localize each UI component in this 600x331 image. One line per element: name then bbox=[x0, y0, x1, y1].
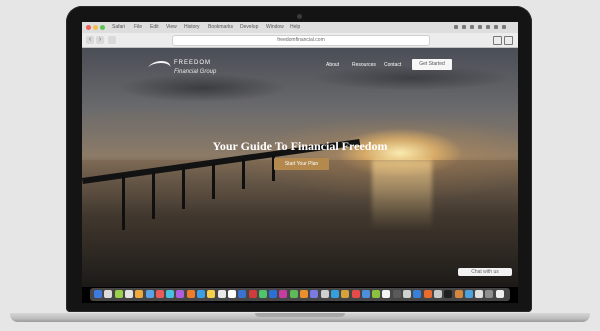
menu-item-view[interactable]: View bbox=[166, 24, 177, 31]
dock-app-icon[interactable] bbox=[300, 290, 308, 298]
logo-name: FREEDOM bbox=[174, 60, 211, 66]
website-hero: FREEDOM Financial Group About Resources … bbox=[82, 48, 518, 287]
laptop-notch bbox=[255, 313, 345, 317]
menu-item-help[interactable]: Help bbox=[290, 24, 300, 31]
search-icon[interactable] bbox=[502, 25, 506, 29]
forward-button[interactable]: › bbox=[96, 36, 104, 44]
sea bbox=[82, 160, 518, 287]
dock-app-icon[interactable] bbox=[475, 290, 484, 298]
dock-app-icon[interactable] bbox=[330, 290, 339, 298]
dock-app-icon[interactable] bbox=[135, 290, 144, 298]
dock-app-icon[interactable] bbox=[145, 290, 154, 298]
browser-toolbar: ‹ › freedomfinancial.com bbox=[82, 33, 518, 48]
laptop-mockup: Safari File Edit View History Bookmarks … bbox=[0, 0, 600, 331]
dock-app-icon[interactable] bbox=[166, 290, 175, 298]
dock bbox=[90, 288, 510, 301]
clock-icon[interactable] bbox=[486, 25, 490, 29]
menu-item-edit[interactable]: Edit bbox=[150, 24, 159, 31]
dock-app-icon[interactable] bbox=[197, 290, 205, 298]
dock-app-icon[interactable] bbox=[186, 290, 195, 298]
dock-app-icon[interactable] bbox=[454, 290, 463, 298]
dock-app-icon[interactable] bbox=[403, 290, 411, 298]
menu-item-bookmarks[interactable]: Bookmarks bbox=[208, 24, 233, 31]
dock-app-icon[interactable] bbox=[351, 290, 360, 298]
dock-app-icon[interactable] bbox=[94, 290, 102, 298]
get-started-button[interactable]: Get Started bbox=[412, 59, 452, 70]
bluetooth-icon[interactable] bbox=[478, 25, 482, 29]
share-icon[interactable] bbox=[493, 36, 502, 45]
pier-piling bbox=[152, 171, 155, 219]
menu-item-develop[interactable]: Develop bbox=[240, 24, 258, 31]
dock-app-icon[interactable] bbox=[238, 290, 247, 298]
nav-link-contact[interactable]: Contact bbox=[384, 62, 401, 69]
nav-link-resources[interactable]: Resources bbox=[352, 62, 376, 69]
url-bar[interactable]: freedomfinancial.com bbox=[172, 35, 430, 46]
dock-app-icon[interactable] bbox=[258, 290, 267, 298]
menu-item-safari[interactable]: Safari bbox=[112, 24, 125, 31]
dock-app-icon[interactable] bbox=[413, 290, 422, 298]
dock-app-icon[interactable] bbox=[392, 290, 401, 298]
dock-app-icon[interactable] bbox=[495, 290, 504, 298]
dock-app-icon[interactable] bbox=[227, 290, 236, 298]
dock-app-icon[interactable] bbox=[289, 290, 298, 298]
logo-swoosh-icon bbox=[145, 61, 173, 75]
back-button[interactable]: ‹ bbox=[86, 36, 94, 44]
dock-app-icon[interactable] bbox=[310, 290, 319, 298]
dock-app-icon[interactable] bbox=[248, 290, 257, 298]
close-window-button[interactable] bbox=[86, 25, 91, 30]
dock-app-icon[interactable] bbox=[320, 290, 329, 298]
pier-piling bbox=[242, 159, 245, 189]
dock-app-icon[interactable] bbox=[485, 290, 494, 298]
pier-piling bbox=[122, 175, 125, 230]
dock-app-icon[interactable] bbox=[433, 290, 442, 298]
dock-app-icon[interactable] bbox=[372, 290, 381, 298]
site-logo[interactable]: FREEDOM Financial Group bbox=[145, 58, 243, 78]
dock-app-icon[interactable] bbox=[464, 290, 473, 298]
nav-link-about[interactable]: About bbox=[326, 62, 339, 69]
tabs-icon[interactable] bbox=[504, 36, 513, 45]
sidebar-button[interactable] bbox=[108, 36, 116, 44]
dock-app-icon[interactable] bbox=[423, 290, 432, 298]
dock-app-icon[interactable] bbox=[279, 290, 288, 298]
minimize-window-button[interactable] bbox=[93, 25, 98, 30]
dock-app-icon[interactable] bbox=[124, 290, 133, 298]
pier-piling bbox=[212, 163, 215, 199]
menu-item-file[interactable]: File bbox=[134, 24, 142, 31]
hero-title: Your Guide To Financial Freedom bbox=[212, 139, 388, 153]
dock-app-icon[interactable] bbox=[114, 290, 123, 298]
pier-piling bbox=[182, 167, 185, 209]
dock-app-icon[interactable] bbox=[104, 290, 113, 298]
camera-icon bbox=[297, 14, 302, 19]
wifi-icon[interactable] bbox=[454, 25, 458, 29]
chat-widget[interactable]: Chat with us bbox=[458, 268, 512, 276]
hero-cta-button[interactable]: Start Your Plan bbox=[274, 158, 329, 170]
dock-app-icon[interactable] bbox=[341, 290, 350, 298]
volume-icon[interactable] bbox=[470, 25, 474, 29]
laptop-screen: Safari File Edit View History Bookmarks … bbox=[82, 22, 518, 303]
dock-app-icon[interactable] bbox=[207, 290, 216, 298]
dock-app-icon[interactable] bbox=[444, 290, 453, 298]
status-icons bbox=[454, 25, 514, 30]
dock-app-icon[interactable] bbox=[217, 290, 226, 298]
dock-app-icon[interactable] bbox=[269, 290, 278, 298]
battery-icon[interactable] bbox=[462, 25, 466, 29]
menu-item-window[interactable]: Window bbox=[266, 24, 284, 31]
dock-app-icon[interactable] bbox=[382, 290, 391, 298]
menu-item-history[interactable]: History bbox=[184, 24, 200, 31]
logo-script: Financial Group bbox=[174, 69, 217, 75]
sun-reflection bbox=[372, 160, 432, 230]
dock-app-icon[interactable] bbox=[361, 290, 370, 298]
dock-app-icon[interactable] bbox=[155, 290, 164, 298]
user-icon[interactable] bbox=[494, 25, 498, 29]
dock-app-icon[interactable] bbox=[176, 290, 185, 298]
zoom-window-button[interactable] bbox=[100, 25, 105, 30]
